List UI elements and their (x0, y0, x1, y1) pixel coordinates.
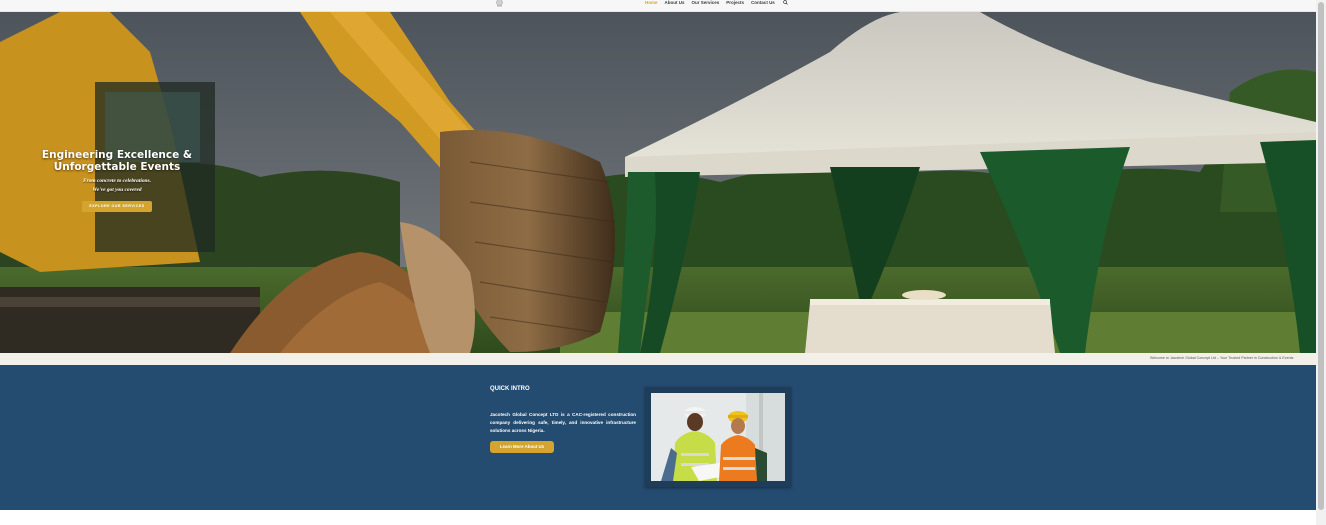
announcement-ticker: Welcome to Jacotech Global Concept Ltd –… (0, 353, 1316, 365)
nav-item-about-us[interactable]: About Us (665, 0, 685, 5)
hero-content: Engineering Excellence & Unforgettable E… (38, 149, 196, 212)
hero-background-image (0, 12, 1316, 353)
hero-subtitle-line: From concrete to celebrations. (83, 178, 151, 184)
engineers-photo (651, 393, 785, 481)
learn-more-button[interactable]: Learn More About Us (490, 441, 554, 453)
page-scrollbar[interactable] (1316, 0, 1326, 525)
quick-intro-section: QUICK INTRO Jacotech Global Concept LTD … (0, 365, 1316, 510)
site-logo[interactable] (494, 0, 505, 7)
explore-services-button[interactable]: EXPLORE OUR SERVICES (82, 201, 152, 212)
hero-title: Engineering Excellence & Unforgettable E… (38, 149, 196, 173)
intro-heading: QUICK INTRO (490, 386, 530, 392)
scrollbar-thumb[interactable] (1318, 2, 1324, 510)
nav-item-home[interactable]: Home (645, 0, 658, 5)
hero-title-line: Engineering Excellence & (41, 149, 193, 161)
intro-body: Jacotech Global Concept LTD is a CAC-reg… (490, 412, 636, 433)
ticker-text: Welcome to Jacotech Global Concept Ltd –… (1150, 356, 1294, 360)
hero-banner: Engineering Excellence & Unforgettable E… (0, 12, 1316, 353)
page-bottom (0, 510, 1316, 525)
intro-image-frame (645, 387, 791, 487)
search-icon[interactable] (783, 0, 788, 5)
page: Home About Us Our Services Projects Cont… (0, 0, 1326, 525)
nav-item-our-services[interactable]: Our Services (692, 0, 720, 5)
site-header: Home About Us Our Services Projects Cont… (0, 0, 1316, 12)
nav-item-contact-us[interactable]: Contact Us (751, 0, 775, 5)
main-nav: Home About Us Our Services Projects Cont… (645, 0, 788, 6)
hero-subtitle-line: We've got you covered (92, 186, 142, 193)
hero-title-line: Unforgettable Events (53, 161, 181, 173)
hero-subtitle: From concrete to celebrations. We've got… (38, 177, 196, 194)
nav-item-projects[interactable]: Projects (726, 0, 744, 5)
engineers-image (651, 393, 785, 481)
